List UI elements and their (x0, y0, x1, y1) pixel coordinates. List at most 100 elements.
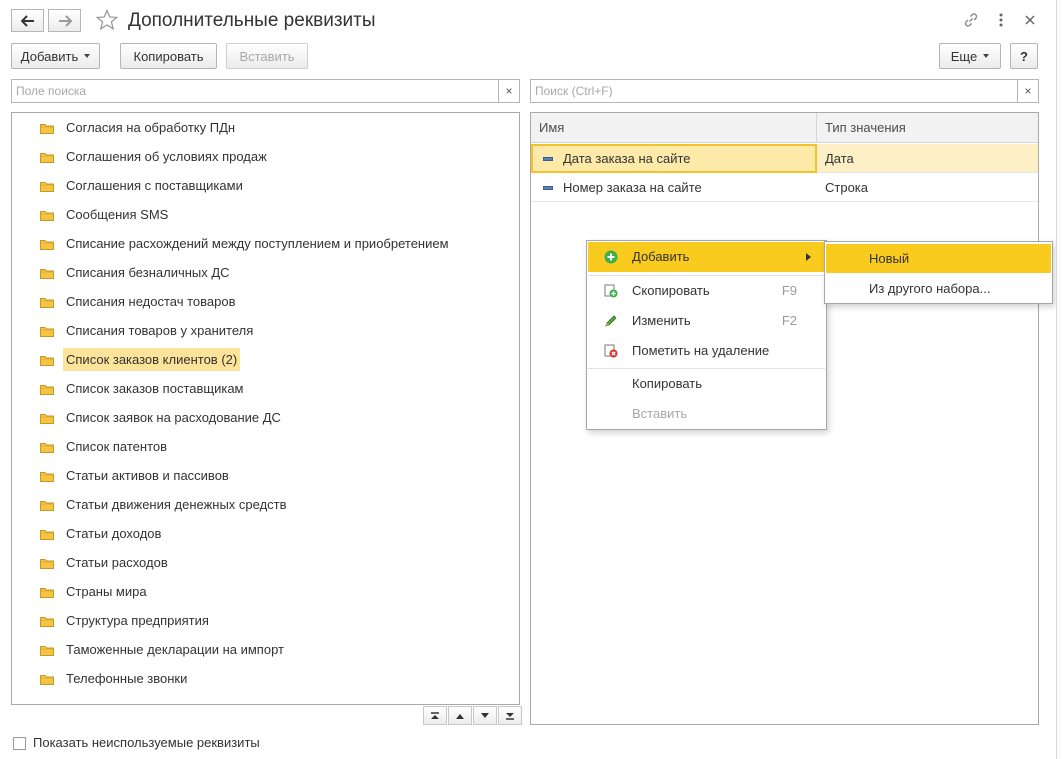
tree-item[interactable]: Списания товаров у хранителя (12, 316, 519, 345)
window-edge (1056, 0, 1062, 759)
submenu-item-new[interactable]: Новый (826, 244, 1051, 273)
column-header-name[interactable]: Имя (531, 113, 817, 143)
scroll-last-button[interactable] (498, 706, 522, 725)
menu-item-label: Пометить на удаление (632, 343, 770, 358)
left-search-input[interactable] (12, 80, 519, 102)
folder-icon (40, 412, 54, 427)
tree-item[interactable]: Соглашения с поставщиками (12, 171, 519, 200)
paste-button-label: Вставить (239, 48, 295, 64)
close-icon[interactable] (1021, 11, 1039, 29)
menu-item-add[interactable]: Добавить (588, 242, 825, 272)
folder-icon (40, 267, 54, 282)
clear-search-button[interactable]: × (1017, 80, 1038, 102)
tree-item[interactable]: Статьи расходов (12, 548, 519, 577)
favorite-star-icon[interactable] (95, 8, 119, 31)
left-search-field: × (11, 79, 520, 103)
tree-item[interactable]: Телефонные звонки (12, 664, 519, 693)
tree-item-label: Списания безналичных ДС (66, 265, 230, 280)
paste-button[interactable]: Вставить (226, 43, 308, 69)
folder-icon (40, 673, 54, 688)
tree-item-label: Статьи доходов (66, 526, 162, 541)
tree-item[interactable]: Статьи активов и пассивов (12, 461, 519, 490)
tree-item-partial (12, 693, 519, 704)
table-cell-type: Дата (825, 151, 854, 166)
menu-item-label: Добавить (632, 249, 690, 264)
tree-item[interactable]: Списания недостач товаров (12, 287, 519, 316)
folder-icon (40, 702, 54, 704)
menu-item-paste[interactable]: Вставить (588, 399, 825, 429)
tree-item-label: Статьи активов и пассивов (66, 468, 229, 483)
scroll-first-button[interactable] (423, 706, 447, 725)
tree-navigation (423, 706, 523, 725)
folder-icon (40, 296, 54, 311)
add-button[interactable]: Добавить (11, 43, 100, 69)
table-row[interactable]: Дата заказа на сайте Дата (531, 144, 1038, 173)
back-button[interactable] (11, 9, 44, 32)
folder-icon (40, 470, 54, 485)
folder-icon (40, 586, 54, 601)
scroll-up-button[interactable] (448, 706, 472, 725)
arrow-right-icon (58, 14, 72, 27)
tree-item-label: Статьи расходов (66, 555, 168, 570)
table-cell-name: Номер заказа на сайте (531, 173, 817, 202)
sets-tree[interactable]: Согласия на обработку ПДн Соглашения об у… (11, 112, 520, 705)
tree-item[interactable]: Согласия на обработку ПДн (12, 113, 519, 142)
tree-item[interactable]: Статьи доходов (12, 519, 519, 548)
copy-button[interactable]: Копировать (120, 43, 217, 69)
submenu-item-from-other-set[interactable]: Из другого набора... (826, 274, 1051, 303)
folder-icon (40, 557, 54, 572)
attribute-icon (543, 157, 553, 161)
forward-button[interactable] (48, 9, 81, 32)
menu-item-shortcut: F2 (781, 313, 797, 328)
tree-item[interactable]: Сообщения SMS (12, 200, 519, 229)
triangle-down-icon (481, 712, 489, 718)
scroll-down-button[interactable] (473, 706, 497, 725)
tree-item[interactable]: Структура предприятия (12, 606, 519, 635)
tree-item[interactable]: Списания безналичных ДС (12, 258, 519, 287)
menu-item-mark-delete[interactable]: Пометить на удаление (588, 336, 825, 366)
copy-icon (604, 284, 618, 298)
more-button[interactable]: Еще (939, 43, 1001, 69)
folder-icon (40, 441, 54, 456)
column-header-type[interactable]: Тип значения (817, 113, 1038, 143)
tree-item[interactable]: Список патентов (12, 432, 519, 461)
table-row[interactable]: Номер заказа на сайте Строка (531, 173, 1038, 202)
tree-item[interactable]: Список заказов клиентов (2) (12, 345, 519, 374)
right-search-input[interactable] (531, 80, 1038, 102)
menu-item-label: Копировать (632, 376, 702, 391)
menu-item-edit[interactable]: Изменить F2 (588, 306, 825, 336)
tree-item[interactable]: Соглашения об условиях продаж (12, 142, 519, 171)
menu-item-duplicate[interactable]: Скопировать F9 (588, 276, 825, 306)
arrow-to-top-icon (431, 711, 439, 719)
tree-item[interactable]: Список заказов поставщикам (12, 374, 519, 403)
folder-icon (40, 354, 54, 369)
clear-search-button[interactable]: × (498, 80, 519, 102)
menu-item-shortcut: F9 (781, 283, 797, 298)
show-unused-checkbox[interactable] (13, 737, 26, 750)
tree-item-label: Согласия на обработку ПДн (66, 120, 236, 135)
folder-icon (40, 151, 54, 166)
tree-item-label: Список патентов (66, 439, 168, 454)
folder-icon (40, 238, 54, 253)
tree-item-label: Страны мира (66, 584, 147, 599)
row-name-text: Номер заказа на сайте (563, 180, 702, 195)
menu-item-copy[interactable]: Копировать (588, 369, 825, 399)
tree-item-label: Списания недостач товаров (66, 294, 236, 309)
page-title: Дополнительные реквизиты (128, 10, 376, 31)
tree-item[interactable]: Таможенные декларации на импорт (12, 635, 519, 664)
arrow-to-bottom-icon (506, 712, 514, 720)
help-button[interactable]: ? (1010, 43, 1038, 69)
tree-item[interactable]: Страны мира (12, 577, 519, 606)
show-unused-label[interactable]: Показать неиспользуемые реквизиты (33, 735, 260, 750)
tree-item[interactable]: Список заявок на расходование ДС (12, 403, 519, 432)
tree-item[interactable]: Списание расхождений между поступлением … (12, 229, 519, 258)
folder-icon (40, 180, 54, 195)
chevron-down-icon (983, 54, 990, 58)
tree-item-label: Структура предприятия (66, 613, 209, 628)
kebab-menu-icon[interactable] (992, 11, 1010, 29)
tree-item[interactable]: Статьи движения денежных средств (12, 490, 519, 519)
tree-item-label: Статьи движения денежных средств (66, 497, 287, 512)
tree-item-label: Соглашения об условиях продаж (66, 149, 267, 164)
menu-item-label: Изменить (632, 313, 691, 328)
link-icon[interactable] (962, 11, 980, 29)
